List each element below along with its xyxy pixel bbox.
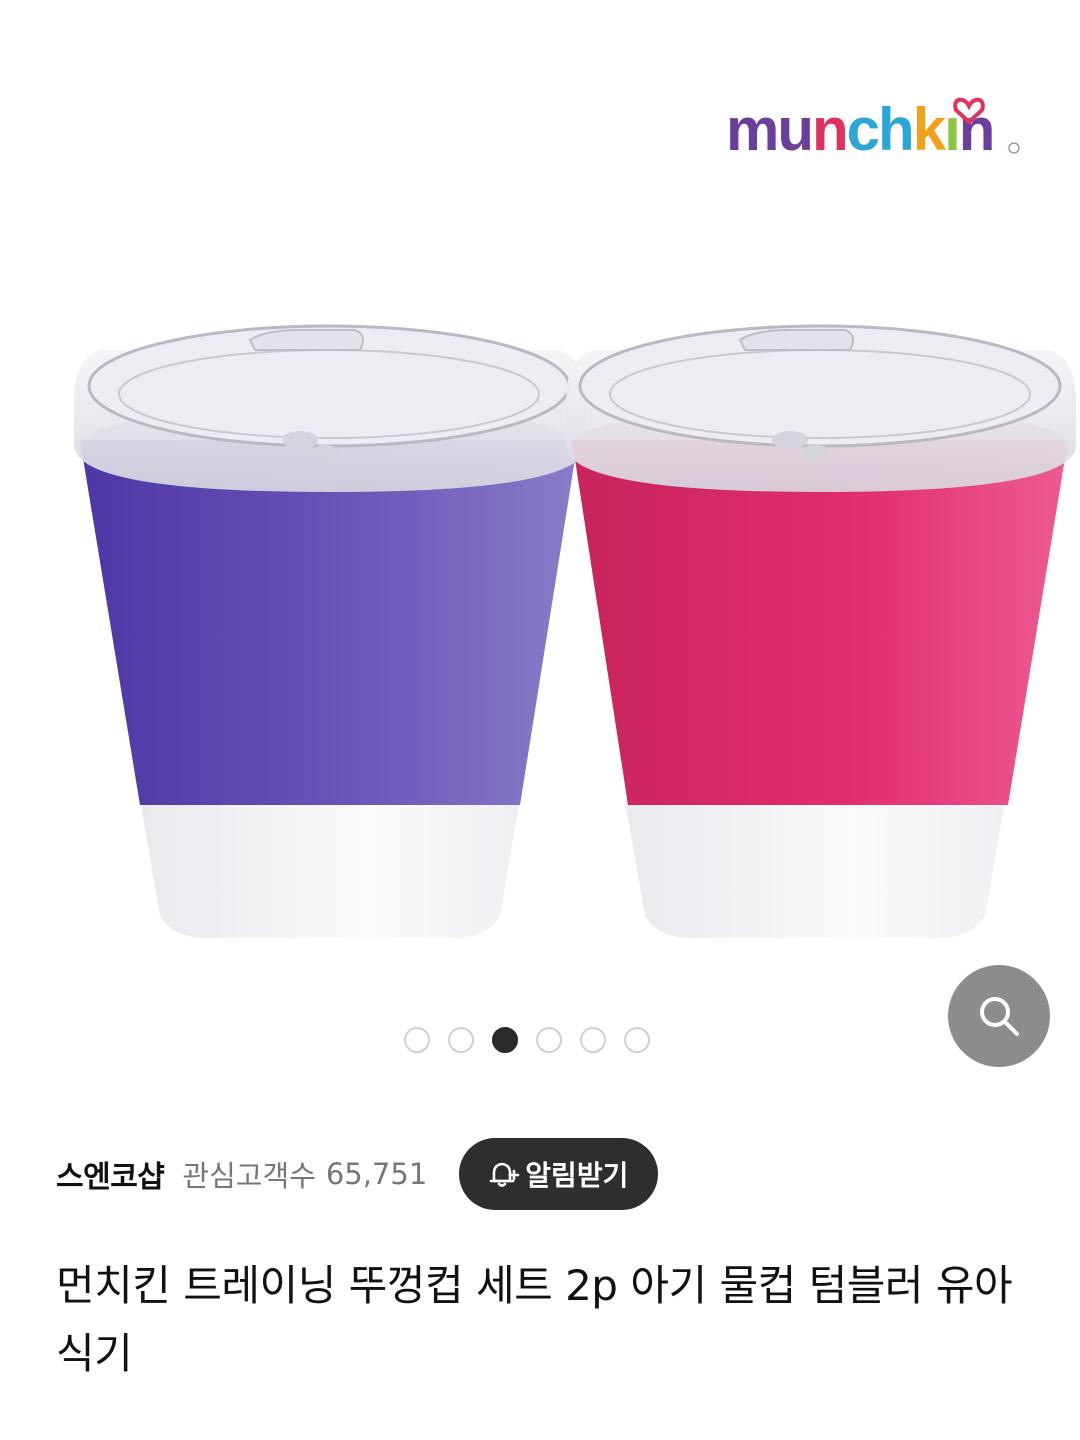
carousel-dot-3[interactable]: [492, 1027, 518, 1053]
zoom-button[interactable]: [948, 965, 1050, 1067]
product-image-carousel[interactable]: munchkın: [0, 0, 1080, 1100]
follower-count: 65,751: [325, 1157, 428, 1191]
search-icon: [980, 997, 1019, 1036]
alert-button-label: 알림받기: [525, 1159, 629, 1192]
carousel-dot-5[interactable]: [580, 1027, 606, 1053]
bell-plus-icon: [489, 1162, 520, 1187]
product-title: 먼치킨 트레이닝 뚜껑컵 세트 2p 아기 물컵 텀블러 유아 식기: [56, 1261, 1013, 1378]
pink-cup: [566, 324, 1076, 938]
follower-label: 관심고객수: [182, 1159, 316, 1193]
carousel-dots: [404, 1027, 650, 1053]
carousel-dot-4[interactable]: [536, 1027, 562, 1053]
carousel-dot-6[interactable]: [624, 1027, 650, 1053]
store-info: 스엔코샵 관심고객수 65,751 알림받기: [56, 1138, 659, 1210]
purple-cup: [74, 324, 586, 938]
product-image: [74, 324, 1076, 938]
carousel-dot-2[interactable]: [448, 1027, 474, 1053]
alert-subscribe-button[interactable]: 알림받기: [459, 1138, 659, 1210]
store-name[interactable]: 스엔코샵: [56, 1152, 165, 1196]
carousel-dot-1[interactable]: [404, 1027, 430, 1053]
